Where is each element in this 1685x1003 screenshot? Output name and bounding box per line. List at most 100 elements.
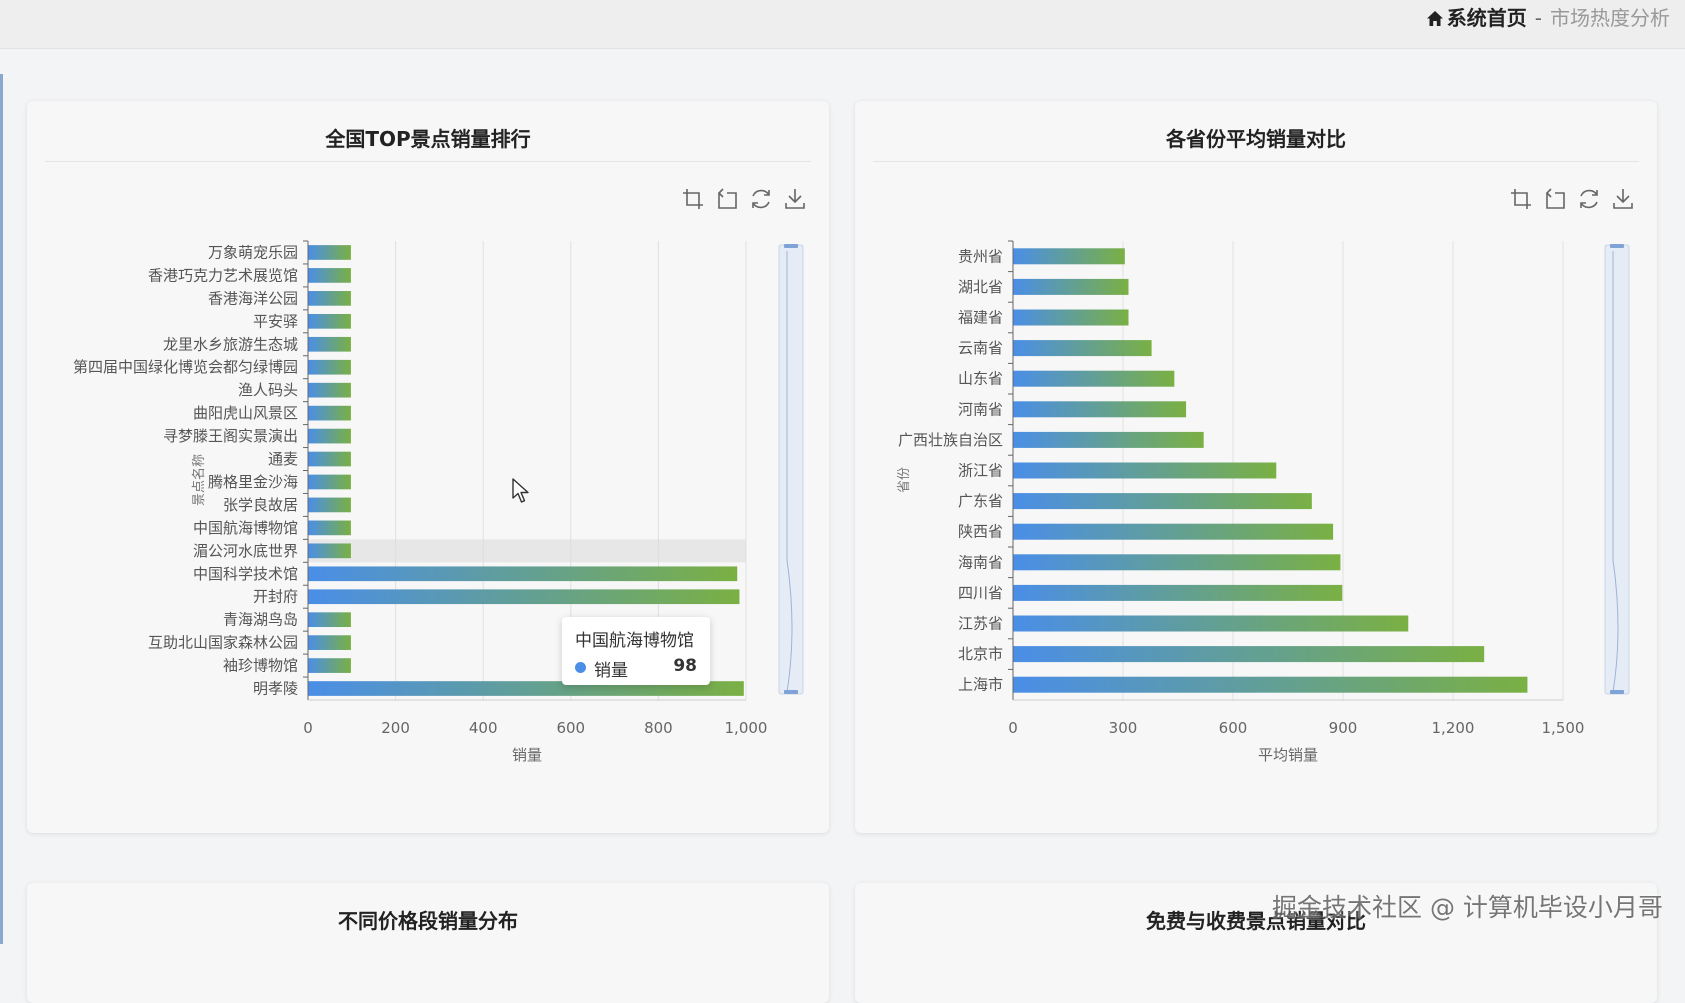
charts-layer: 0 200 400 600 800 1,000 万象萌宠乐园香港巧克力艺术展览馆香港海洋公园… <box>73 240 1630 764</box>
datazoom-slider <box>778 244 804 695</box>
x-tick-label: 600 <box>1219 719 1248 737</box>
tooltip-value: 98 <box>673 656 697 676</box>
y-category-label: 广西壮族自治区 <box>898 431 1003 449</box>
bar <box>308 474 351 490</box>
y-category-label: 浙江省 <box>958 462 1003 480</box>
x-tick-label: 200 <box>381 719 410 737</box>
watermark: 掘金技术社区 @ 计算机毕设小月哥 <box>1272 893 1663 922</box>
y-category-label: 寻梦滕王阁实景演出 <box>163 427 298 445</box>
y-category-label: 四川省 <box>958 584 1003 602</box>
y-category-label: 第四届中国绿化博览会都匀绿博园 <box>73 358 298 376</box>
bar <box>1013 462 1277 479</box>
chart-tooltip: 中国航海博物馆 销量 98 <box>562 617 710 685</box>
y-axis-title: 景点名称 <box>191 454 207 506</box>
y-category-label: 开封府 <box>253 588 298 606</box>
y-category-label: 香港海洋公园 <box>208 289 298 307</box>
y-category-label: 中国科学技术馆 <box>193 565 298 583</box>
bar <box>308 313 351 329</box>
y-category-label: 福建省 <box>958 309 1003 327</box>
y-category-label: 上海市 <box>958 676 1003 694</box>
y-category-label: 明孝陵 <box>253 680 298 698</box>
bar <box>1013 401 1187 418</box>
y-category-label: 渔人码头 <box>238 381 298 399</box>
bar <box>1013 523 1334 540</box>
bar <box>308 382 351 398</box>
y-category-label: 曲阳虎山风景区 <box>193 404 298 422</box>
x-tick-label: 0 <box>303 719 313 737</box>
tooltip-title: 中国航海博物馆 <box>575 631 694 651</box>
x-tick-label: 1,000 <box>725 719 768 737</box>
y-category-label: 张学良故居 <box>223 496 298 514</box>
bar <box>1013 646 1485 663</box>
bar <box>308 428 351 444</box>
y-category-label: 云南省 <box>958 339 1003 357</box>
y-axis-title: 省份 <box>897 467 912 493</box>
bar <box>308 497 351 513</box>
bar <box>1013 493 1312 510</box>
bar <box>308 268 351 283</box>
bar <box>308 589 740 605</box>
x-tick-label: 800 <box>644 719 673 737</box>
datazoom-handle-bottom <box>1610 690 1624 694</box>
bar <box>308 658 351 673</box>
y-category-label: 互助北山国家森林公园 <box>148 634 298 652</box>
bar <box>1013 278 1129 295</box>
bar <box>308 543 351 559</box>
bar <box>308 359 351 375</box>
datazoom-handle-top <box>1610 244 1624 248</box>
x-tick-label: 900 <box>1329 719 1358 737</box>
bar <box>308 520 351 536</box>
y-category-label: 江苏省 <box>958 615 1003 633</box>
bar <box>308 451 351 467</box>
bar <box>1013 340 1152 357</box>
y-category-label: 河南省 <box>958 400 1003 418</box>
bar <box>308 405 351 421</box>
y-category-label: 通麦 <box>268 450 298 468</box>
x-tick-label: 0 <box>1008 719 1018 737</box>
mouse-pointer-icon <box>512 478 530 508</box>
x-tick-label: 1,200 <box>1432 719 1475 737</box>
bar <box>1013 554 1341 571</box>
bar <box>308 635 351 650</box>
bar <box>1013 584 1343 601</box>
x-axis-title: 平均销量 <box>1258 746 1318 764</box>
hover-highlight <box>308 539 746 563</box>
bar <box>308 245 351 260</box>
y-category-label: 广东省 <box>958 492 1003 510</box>
y-category-label: 龙里水乡旅游生态城 <box>163 335 298 353</box>
y-category-label: 海南省 <box>958 553 1003 571</box>
datazoom-handle-bottom <box>784 690 798 694</box>
y-category-label: 腾格里金沙海 <box>208 473 298 491</box>
x-tick-label: 600 <box>556 719 585 737</box>
x-tick-label: 300 <box>1109 719 1138 737</box>
y-category-label: 万象萌宠乐园 <box>208 243 298 261</box>
y-category-label: 中国航海博物馆 <box>193 519 298 537</box>
y-category-label: 袖珍博物馆 <box>223 657 298 675</box>
bar <box>1013 370 1175 387</box>
bar <box>1013 309 1129 326</box>
bar <box>1013 248 1125 265</box>
tooltip-series-name: 销量 <box>594 661 628 681</box>
y-category-label: 平安驿 <box>253 312 298 330</box>
bar <box>1013 431 1204 448</box>
series-marker-icon <box>575 662 586 673</box>
bar <box>1013 615 1409 632</box>
datazoom-handle-top <box>784 244 798 248</box>
bar <box>1013 676 1528 693</box>
y-category-label: 青海湖鸟岛 <box>223 611 298 629</box>
y-category-label: 湄公河水底世界 <box>193 542 298 560</box>
bar <box>308 612 351 628</box>
bar <box>308 566 738 582</box>
y-category-label: 香港巧克力艺术展览馆 <box>148 266 298 284</box>
y-category-label: 湖北省 <box>958 278 1003 296</box>
x-axis-title: 销量 <box>512 746 542 764</box>
x-tick-label: 1,500 <box>1542 719 1585 737</box>
y-category-label: 山东省 <box>958 370 1003 388</box>
y-category-label: 陕西省 <box>958 523 1003 541</box>
y-category-label: 北京市 <box>958 645 1003 663</box>
y-category-label: 贵州省 <box>958 247 1003 265</box>
bar <box>308 291 351 306</box>
bar <box>308 336 351 352</box>
x-tick-label: 400 <box>469 719 498 737</box>
datazoom-slider <box>1604 244 1630 695</box>
